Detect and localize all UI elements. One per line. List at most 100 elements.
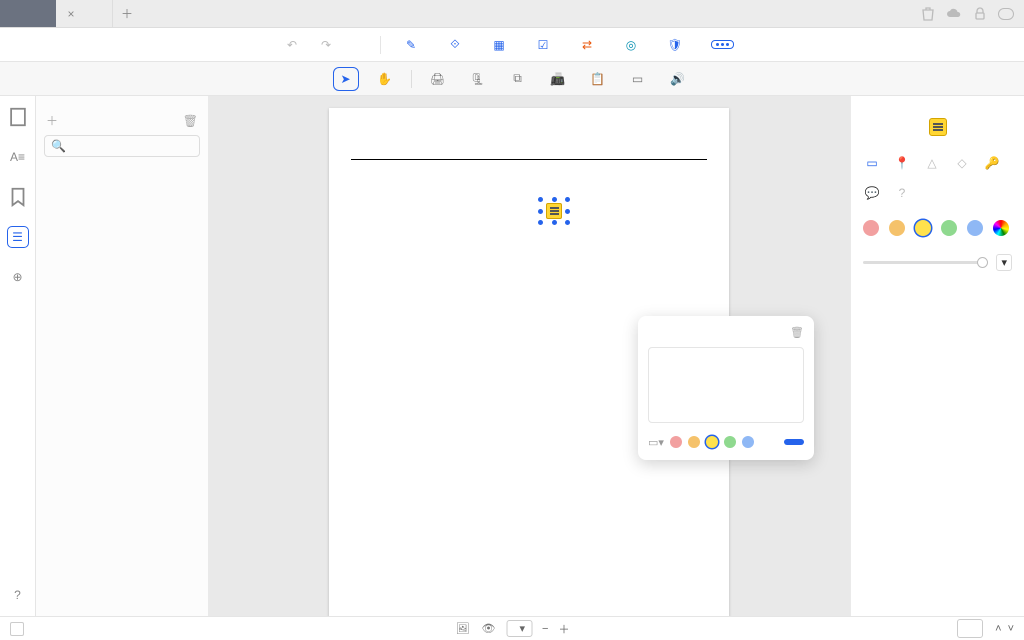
more-button[interactable]: [711, 40, 740, 49]
rail-text[interactable]: A≡: [7, 146, 29, 168]
delete-outline-icon[interactable]: 🗑: [183, 114, 198, 128]
convert-button[interactable]: ⇄: [579, 37, 601, 53]
note-style-icon[interactable]: ▭▾: [648, 434, 664, 450]
pointer-tool[interactable]: ➤: [333, 67, 359, 91]
outline-title: [36, 96, 208, 112]
status-bar: 🖼 👁 ▾ − ＋ ˄ ˅: [0, 616, 1024, 640]
outline-search[interactable]: 🔍: [44, 135, 200, 157]
image-icon[interactable]: 🖼: [455, 621, 471, 637]
pageedit-icon: ▦: [491, 37, 507, 53]
delete-comment-icon[interactable]: 🗑: [790, 326, 804, 339]
merge-icon: ⧉: [510, 71, 526, 87]
zoom-in-button[interactable]: ＋: [558, 621, 569, 637]
style-note-icon[interactable]: ▭: [863, 154, 881, 172]
rail-outline[interactable]: ☰: [7, 226, 29, 248]
print-icon: 🖨: [430, 71, 446, 87]
outline-item[interactable]: [36, 181, 208, 187]
undo-icon[interactable]: ↶: [284, 37, 300, 53]
color-custom[interactable]: [993, 220, 1009, 236]
window-controls: [920, 0, 1024, 27]
style-key-icon[interactable]: 🔑: [983, 154, 1001, 172]
outline-sidebar: ＋ 🗑 🔍: [36, 96, 208, 616]
document-canvas[interactable]: 🗑 ▭▾: [208, 96, 850, 616]
ocr-icon: ◎: [623, 37, 639, 53]
task-button[interactable]: 📋: [590, 71, 612, 87]
left-rail: A≡ ☰ ⊕ ?: [0, 96, 36, 616]
style-help-icon[interactable]: ?: [893, 184, 911, 202]
page-up-icon[interactable]: ˄: [995, 623, 1001, 635]
opacity-slider[interactable]: [863, 261, 988, 264]
page-down-icon[interactable]: ˅: [1008, 623, 1014, 635]
present-icon: ▭: [630, 71, 646, 87]
style-pin-icon[interactable]: 📍: [893, 154, 911, 172]
trash-icon[interactable]: [920, 6, 936, 22]
add-outline-icon[interactable]: ＋: [46, 112, 58, 129]
color-green[interactable]: [724, 436, 736, 448]
task-icon: 📋: [590, 71, 606, 87]
compress-button[interactable]: 🗜: [470, 71, 492, 87]
redo-icon[interactable]: ↷: [318, 37, 334, 53]
rail-attachments[interactable]: ⊕: [7, 266, 29, 288]
sticky-note-icon: [546, 203, 562, 219]
sticky-preview-icon: [929, 118, 947, 136]
sticky-note-annotation[interactable]: [541, 200, 567, 222]
lock-icon[interactable]: [972, 6, 988, 22]
outline-search-input[interactable]: [70, 140, 212, 152]
close-tab-icon[interactable]: ×: [64, 7, 78, 21]
read-button[interactable]: 🔊: [670, 71, 692, 87]
color-yellow[interactable]: [915, 220, 931, 236]
rail-bookmark[interactable]: [7, 186, 29, 208]
forms-button[interactable]: ☑: [535, 37, 557, 53]
comment-popup: 🗑 ▭▾: [638, 316, 814, 460]
color-picker: [863, 220, 1012, 236]
present-button[interactable]: ▭: [630, 71, 652, 87]
annotate-button[interactable]: ✎: [403, 37, 425, 53]
rail-thumbnails[interactable]: [7, 106, 29, 128]
color-orange[interactable]: [889, 220, 905, 236]
add-tab-button[interactable]: ＋: [113, 0, 141, 27]
rail-help[interactable]: ?: [7, 584, 29, 606]
page-input[interactable]: [957, 619, 983, 638]
color-green[interactable]: [941, 220, 957, 236]
hand-tool-icon[interactable]: ✋: [377, 71, 393, 87]
color-red[interactable]: [863, 220, 879, 236]
color-red[interactable]: [670, 436, 682, 448]
pageedit-button[interactable]: ▦: [491, 37, 513, 53]
fax-button[interactable]: 📠: [550, 71, 572, 87]
edit-button[interactable]: ⟐: [447, 37, 469, 53]
zoom-select[interactable]: ▾: [507, 620, 533, 637]
right-panel: ▭ 📍 △ ◇ 🔑 💬 ? ▾: [850, 96, 1024, 616]
comment-textarea[interactable]: [648, 347, 804, 423]
convert-icon: ⇄: [579, 37, 595, 53]
style-chat-icon[interactable]: 💬: [863, 184, 881, 202]
tab-home[interactable]: [0, 0, 56, 27]
color-yellow[interactable]: [706, 436, 718, 448]
search-icon[interactable]: [998, 8, 1014, 20]
style-triangle-icon[interactable]: △: [923, 154, 941, 172]
eye-icon[interactable]: 👁: [481, 621, 497, 637]
cloud-icon[interactable]: [946, 6, 962, 22]
style-picker: ▭ 📍 △ ◇ 🔑 💬 ?: [863, 154, 1012, 202]
checkbox-icon: ☑: [535, 37, 551, 53]
tab-document[interactable]: ×: [56, 0, 113, 27]
print-button[interactable]: 🖨: [430, 71, 452, 87]
pen-icon: ✎: [403, 37, 419, 53]
edit-icon: ⟐: [447, 37, 463, 53]
tab-strip: × ＋: [0, 0, 1024, 28]
color-blue[interactable]: [742, 436, 754, 448]
main-toolbar: ↶ ↷ ✎ ⟐ ▦ ☑ ⇄ ◎ 🛡: [0, 28, 1024, 62]
save-comment-button[interactable]: [784, 439, 804, 445]
speaker-icon: 🔊: [670, 71, 686, 87]
style-drop-icon[interactable]: ◇: [953, 154, 971, 172]
merge-button[interactable]: ⧉: [510, 71, 532, 87]
opacity-value[interactable]: ▾: [996, 254, 1012, 271]
shield-icon: 🛡: [667, 37, 683, 53]
color-orange[interactable]: [688, 436, 700, 448]
color-blue[interactable]: [967, 220, 983, 236]
ocr-button[interactable]: ◎: [623, 37, 645, 53]
view-mode-icon[interactable]: [10, 622, 24, 636]
zoom-out-button[interactable]: −: [542, 623, 548, 635]
secondary-toolbar: ➤ ✋ 🖨 🗜 ⧉ 📠 📋 ▭ 🔊: [0, 62, 1024, 96]
fax-icon: 📠: [550, 71, 566, 87]
security-button[interactable]: 🛡: [667, 37, 689, 53]
